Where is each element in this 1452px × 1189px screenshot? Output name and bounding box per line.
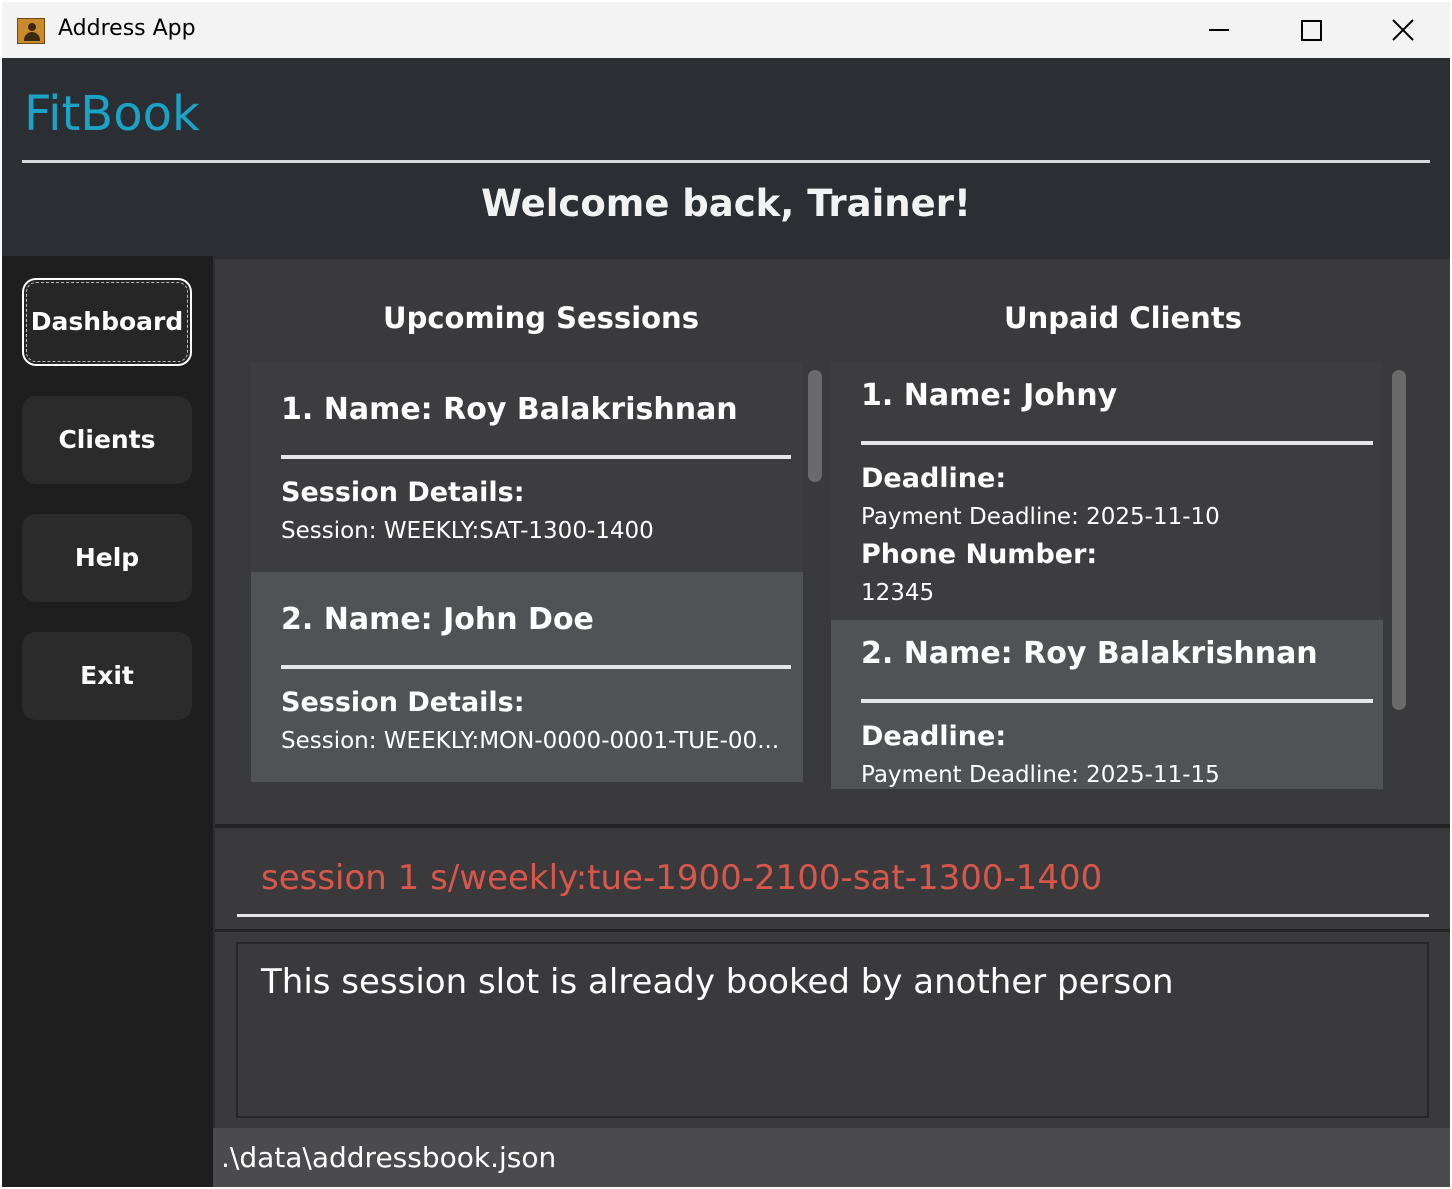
brand-title: FitBook — [24, 86, 200, 142]
list-item[interactable]: 1. Name: Johny Deadline: Payment Deadlin… — [831, 362, 1383, 620]
upcoming-sessions-title: Upcoming Sessions — [383, 301, 699, 335]
sidebar-item-dashboard[interactable]: Dashboard — [22, 278, 192, 366]
sessions-scrollbar[interactable] — [805, 362, 823, 789]
list-item[interactable]: 1. Name: Roy Balakrishnan Session Detail… — [251, 362, 803, 572]
status-bar: .\data\addressbook.json — [213, 1128, 1450, 1187]
result-display[interactable]: This session slot is already booked by a… — [236, 942, 1429, 1118]
address-book-icon — [17, 18, 45, 44]
sidebar-item-exit[interactable]: Exit — [22, 632, 192, 720]
data-file-path: .\data\addressbook.json — [221, 1141, 557, 1174]
unpaid-client-name: 2. Name: Roy Balakrishnan — [861, 636, 1318, 671]
unpaid-scrollbar[interactable] — [1389, 362, 1407, 789]
result-message: This session slot is already booked by a… — [261, 962, 1174, 1002]
phone-label: Phone Number: — [861, 539, 1098, 570]
session-details-value: Session: WEEKLY:MON-0000-0001-TUE-00... — [281, 728, 780, 754]
window-title: Address App — [58, 16, 196, 41]
scroll-thumb[interactable] — [808, 370, 822, 482]
scroll-thumb[interactable] — [1392, 370, 1406, 710]
sidebar-item-clients[interactable]: Clients — [22, 396, 192, 484]
minimize-button[interactable] — [1172, 2, 1264, 58]
command-box: session 1 s/weekly:tue-1900-2100-sat-130… — [215, 828, 1450, 929]
minimize-icon — [1209, 29, 1229, 31]
command-input[interactable]: session 1 s/weekly:tue-1900-2100-sat-130… — [261, 858, 1102, 898]
unpaid-clients-title: Unpaid Clients — [1004, 301, 1242, 335]
maximize-button[interactable] — [1264, 2, 1356, 58]
welcome-message: Welcome back, Trainer! — [481, 182, 971, 225]
deadline-label: Deadline: — [861, 721, 1007, 752]
phone-value: 12345 — [861, 580, 935, 606]
card-divider — [281, 455, 791, 459]
card-divider — [281, 665, 791, 669]
title-bar: Address App — [2, 2, 1450, 58]
deadline-value: Payment Deadline: 2025-11-15 — [861, 762, 1220, 788]
sidebar: Dashboard Clients Help Exit — [2, 256, 213, 1187]
close-icon — [1392, 19, 1414, 41]
card-divider — [861, 441, 1373, 445]
result-panel: This session slot is already booked by a… — [215, 932, 1450, 1128]
app-window: Address App FitBook Welcome back, Traine… — [2, 2, 1450, 1187]
unpaid-clients-list[interactable]: 1. Name: Johny Deadline: Payment Deadlin… — [831, 362, 1383, 789]
command-underline — [237, 914, 1429, 917]
list-item[interactable]: 2. Name: John Doe Session Details: Sessi… — [251, 572, 803, 782]
deadline-label: Deadline: — [861, 463, 1007, 494]
session-details-value: Session: WEEKLY:SAT-1300-1400 — [281, 518, 654, 544]
close-button[interactable] — [1356, 2, 1448, 58]
session-client-name: 1. Name: Roy Balakrishnan — [281, 392, 738, 427]
session-client-name: 2. Name: John Doe — [281, 602, 594, 637]
card-divider — [861, 699, 1373, 703]
session-details-label: Session Details: — [281, 687, 525, 718]
session-details-label: Session Details: — [281, 477, 525, 508]
sessions-list[interactable]: 1. Name: Roy Balakrishnan Session Detail… — [251, 362, 803, 789]
sidebar-item-help[interactable]: Help — [22, 514, 192, 602]
deadline-value: Payment Deadline: 2025-11-10 — [861, 504, 1220, 530]
list-item[interactable]: 2. Name: Roy Balakrishnan Deadline: Paym… — [831, 620, 1383, 789]
header-divider — [22, 160, 1430, 163]
app-header: FitBook Welcome back, Trainer! — [2, 58, 1450, 256]
dashboard-panel: Upcoming Sessions Unpaid Clients 1. Name… — [215, 259, 1450, 824]
unpaid-client-name: 1. Name: Johny — [861, 378, 1118, 413]
maximize-icon — [1301, 20, 1322, 41]
